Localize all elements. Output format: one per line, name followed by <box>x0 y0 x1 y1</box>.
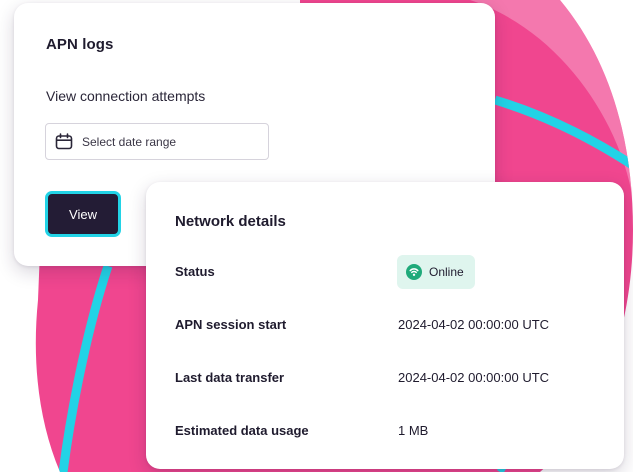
last-data-transfer-label: Last data transfer <box>175 370 285 385</box>
last-data-transfer-value: 2024-04-02 00:00:00 UTC <box>398 370 550 385</box>
date-range-input[interactable]: Select date range <box>45 123 269 160</box>
view-connection-attempts-label: View connection attempts <box>46 88 206 104</box>
apn-session-start-label: APN session start <box>175 317 287 332</box>
status-value: Online <box>429 265 464 279</box>
status-badge: Online <box>397 255 475 289</box>
calendar-icon <box>55 132 73 149</box>
online-signal-icon <box>406 264 422 280</box>
estimated-data-usage-label: Estimated data usage <box>175 423 309 438</box>
date-range-placeholder: Select date range <box>82 134 177 149</box>
estimated-data-usage-value: 1 MB <box>398 423 429 438</box>
apn-session-start-value: 2024-04-02 00:00:00 UTC <box>398 317 550 332</box>
status-label: Status <box>175 264 215 279</box>
view-button[interactable]: View <box>45 191 121 237</box>
network-details-title: Network details <box>175 213 286 230</box>
apn-logs-title: APN logs <box>46 36 114 53</box>
network-details-card: Network details Status Online APN sessio… <box>146 182 624 469</box>
